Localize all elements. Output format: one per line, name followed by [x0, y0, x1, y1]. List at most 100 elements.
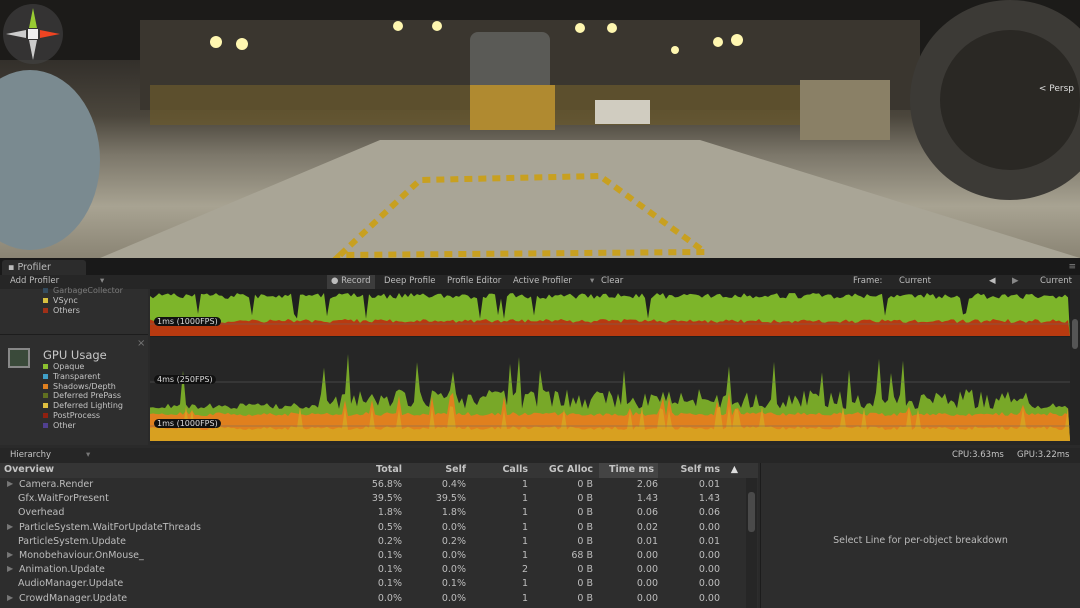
cell-time: 0.00	[636, 564, 658, 576]
table-row[interactable]: Gfx.WaitForPresent 39.5% 39.5% 1 0 B 1.43 1.43	[0, 492, 758, 506]
cell-gc: 0 B	[577, 521, 593, 533]
legend-item[interactable]: GarbageCollector	[43, 286, 123, 296]
legend-item[interactable]: VSync	[43, 296, 123, 306]
cell-self: 0.2%	[441, 535, 466, 547]
hierarchy-toolbar: Hierarchy ▾ CPU:3.63ms GPU:3.22ms	[0, 448, 1080, 463]
legend-item[interactable]: Shadows/Depth	[43, 382, 123, 392]
expand-arrow-icon[interactable]: ▶	[7, 564, 13, 573]
cell-total: 39.5%	[371, 493, 402, 505]
legend-item[interactable]: Transparent	[43, 372, 123, 382]
cell-selfms: 0.00	[698, 578, 720, 590]
cell-selfms: 0.00	[698, 564, 720, 576]
col-self-ms[interactable]: Self ms	[680, 464, 720, 475]
cell-selfms: 0.00	[698, 592, 720, 604]
cell-calls: 1	[521, 592, 528, 604]
expand-arrow-icon[interactable]: ▶	[7, 550, 13, 559]
legend-swatch	[43, 422, 48, 428]
object-breakdown-panel: Select Line for per-object breakdown	[760, 463, 1080, 608]
legend-label: Shadows/Depth	[53, 381, 116, 391]
prev-frame-button[interactable]: ◀	[989, 276, 996, 286]
table-row[interactable]: ▶ Camera.Render 56.8% 0.4% 1 0 B 2.06 0.01	[0, 478, 758, 492]
legend-swatch	[43, 373, 48, 379]
legend-item[interactable]: Others	[43, 306, 123, 316]
cell-gc: 0 B	[577, 479, 593, 490]
frame-value: Current	[899, 276, 931, 286]
tab-profiler[interactable]: ▪ Profiler	[2, 260, 86, 275]
cell-total: 0.2%	[377, 535, 402, 547]
col-total[interactable]: Total	[376, 464, 402, 475]
cell-self: 0.0%	[441, 592, 466, 604]
expand-arrow-icon[interactable]: ▶	[7, 593, 13, 602]
add-profiler-dropdown[interactable]: Add Profiler	[10, 276, 59, 286]
table-row[interactable]: Overhead 1.8% 1.8% 1 0 B 0.06 0.06	[0, 506, 758, 520]
table-scrollbar[interactable]	[746, 478, 757, 608]
cell-selfms: 0.01	[698, 535, 720, 547]
cell-self: 0.0%	[441, 564, 466, 576]
cell-time: 2.06	[636, 479, 658, 490]
cell-total: 0.5%	[377, 521, 402, 533]
row-name: Camera.Render	[19, 479, 94, 490]
cell-calls: 1	[521, 521, 528, 533]
cell-selfms: 0.00	[698, 549, 720, 561]
col-time-ms[interactable]: Time ms	[599, 463, 658, 478]
col-overview[interactable]: Overview	[4, 464, 54, 475]
table-row[interactable]: ParticleSystem.Update 0.2% 0.2% 1 0 B 0.01 0.0…	[0, 535, 758, 549]
active-profiler-dropdown[interactable]: Active Profiler	[513, 276, 572, 286]
profile-editor-button[interactable]: Profile Editor	[447, 276, 501, 286]
row-name: Animation.Update	[19, 564, 105, 576]
profiler-modules-panel: GarbageCollector VSync Others × GPU Usag…	[0, 286, 148, 445]
legend-label: Other	[53, 420, 76, 430]
graph-canvas[interactable]	[150, 289, 1070, 445]
graphs-scrollbar[interactable]	[1070, 289, 1080, 445]
col-calls[interactable]: Calls	[502, 464, 528, 475]
clear-button[interactable]: Clear	[601, 276, 623, 286]
table-row[interactable]: ▶ CrowdManager.Update 0.0% 0.0% 1 0 B 0.00 0.00	[0, 592, 758, 606]
table-row[interactable]: AudioManager.Update 0.1% 0.1% 1 0 B 0.00 0.00	[0, 577, 758, 591]
legend-item[interactable]: Other	[43, 421, 123, 431]
dropdown-arrow-icon: ▾	[590, 276, 595, 286]
legend-item[interactable]: Deferred Lighting	[43, 401, 123, 411]
cell-time: 0.00	[636, 549, 658, 561]
cell-time: 0.02	[636, 521, 658, 533]
scene-view[interactable]: < Persp	[0, 0, 1080, 258]
cell-gc: 68 B	[571, 549, 593, 561]
deep-profile-button[interactable]: Deep Profile	[384, 276, 436, 286]
col-self[interactable]: Self	[445, 464, 466, 475]
legend-item[interactable]: PostProcess	[43, 411, 123, 421]
legend-swatch	[43, 403, 48, 409]
legend-swatch	[43, 307, 48, 313]
view-mode-dropdown[interactable]: Hierarchy	[10, 450, 51, 460]
col-gc-alloc[interactable]: GC Alloc	[549, 464, 593, 475]
scene-gizmo-icon[interactable]	[0, 0, 66, 74]
cell-calls: 1	[521, 479, 528, 490]
row-name: ParticleSystem.Update	[18, 535, 126, 547]
cell-calls: 1	[521, 578, 528, 590]
record-button[interactable]: ● Record	[327, 275, 375, 289]
next-frame-button[interactable]: ▶	[1012, 276, 1019, 286]
expand-arrow-icon[interactable]: ▶	[7, 479, 13, 488]
cell-time: 1.43	[636, 493, 658, 505]
close-module-icon[interactable]: ×	[137, 338, 145, 349]
table-row[interactable]: ▶ ParticleSystem.WaitForUpdateThreads 0.5%…	[0, 521, 758, 535]
profiler-graphs[interactable]: 1ms (1000FPS) 4ms (250FPS) 1ms (1000FPS)	[150, 289, 1070, 445]
row-name: Overhead	[18, 507, 65, 519]
current-frame-button[interactable]: Current	[1040, 276, 1072, 286]
row-name: Monobehaviour.OnMouse_	[19, 549, 144, 561]
table-row[interactable]: ▶ Animation.Update 0.1% 0.0% 2 0 B 0.00 0.00	[0, 563, 758, 577]
cell-calls: 1	[521, 493, 528, 505]
expand-arrow-icon[interactable]: ▶	[7, 522, 13, 531]
table-row[interactable]: ▶ Monobehaviour.OnMouse_ 0.1% 0.0% 1 68 B 0.00…	[0, 549, 758, 563]
sort-arrow-icon[interactable]: ▲	[731, 464, 738, 475]
hierarchy-table: Overview Total Self Calls GC Alloc Time …	[0, 463, 758, 608]
legend-label: PostProcess	[53, 410, 101, 420]
legend-item[interactable]: Opaque	[43, 362, 123, 372]
tab-menu-icon[interactable]: ≡	[1068, 262, 1076, 272]
legend-item[interactable]: Deferred PrePass	[43, 391, 123, 401]
projection-label[interactable]: < Persp	[1039, 84, 1074, 94]
cpu-time: CPU:3.63ms	[952, 450, 1004, 460]
cell-calls: 1	[521, 549, 528, 561]
cell-self: 1.8%	[441, 507, 466, 519]
cell-time: 0.00	[636, 578, 658, 590]
cell-calls: 2	[521, 564, 528, 576]
profiler-toolbar: Add Profiler ▾ ● Record Deep Profile Pro…	[0, 275, 1080, 289]
